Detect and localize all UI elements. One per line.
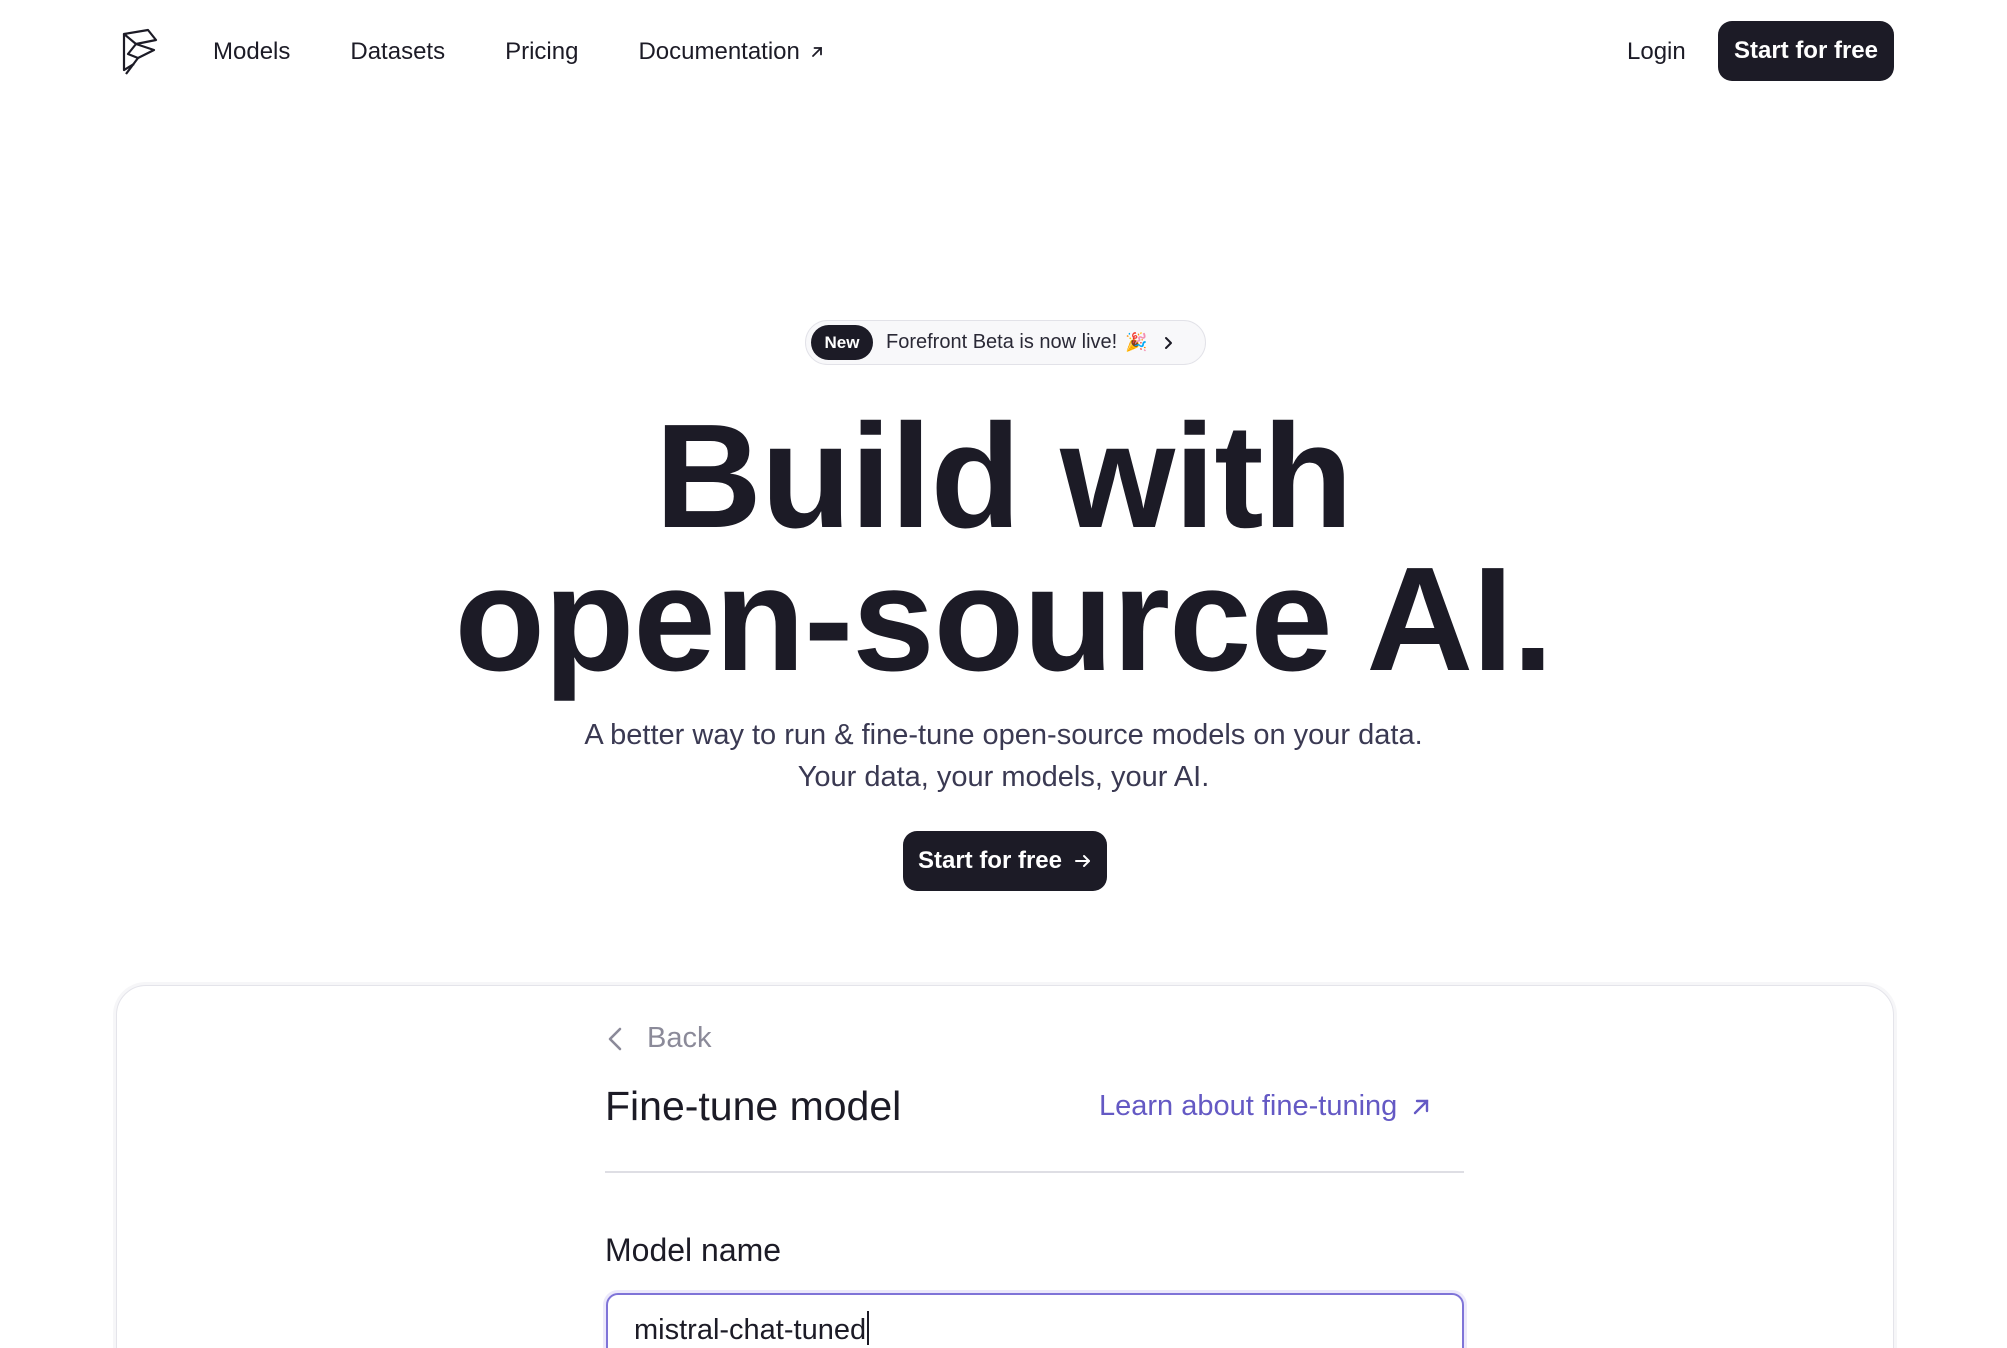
hero-subtitle: A better way to run & fine-tune open-sou… xyxy=(0,714,2007,798)
arrow-up-right-icon xyxy=(1414,1099,1429,1114)
learn-fine-tuning-label: Learn about fine-tuning xyxy=(1099,1090,1398,1122)
nav-link-pricing[interactable]: Pricing xyxy=(505,34,578,70)
new-tag: New xyxy=(811,325,873,360)
nav-link-datasets[interactable]: Datasets xyxy=(350,34,445,70)
model-name-input[interactable]: mistral-chat-tuned xyxy=(606,1293,1464,1348)
hero-subtitle-line-2: Your data, your models, your AI. xyxy=(797,761,1210,793)
model-name-label: Model name xyxy=(605,1232,782,1268)
chevron-right-icon xyxy=(1164,336,1172,349)
nav-link-documentation[interactable]: Documentation xyxy=(638,34,823,70)
text-caret xyxy=(867,1311,870,1345)
hero-title-line-1: Build with xyxy=(655,394,1353,559)
arrow-right-icon xyxy=(1075,855,1091,867)
chevron-left-icon xyxy=(608,1027,622,1050)
hero-title-line-2: open-source AI. xyxy=(454,537,1554,702)
hero-cta-label: Start for free xyxy=(917,847,1063,874)
party-popper-icon: 🎉 xyxy=(1125,332,1148,352)
nav-link-models[interactable]: Models xyxy=(213,34,290,70)
logo-icon[interactable] xyxy=(118,26,164,76)
back-label: Back xyxy=(647,1022,712,1054)
nav-links: Models Datasets Pricing Documentation xyxy=(213,34,824,70)
fine-tune-title: Fine-tune model xyxy=(605,1083,902,1129)
announcement-badge[interactable]: New Forefront Beta is now live! 🎉 xyxy=(805,320,1206,365)
arrow-up-right-icon xyxy=(811,47,822,57)
divider xyxy=(605,1171,1464,1173)
login-link[interactable]: Login xyxy=(1627,34,1686,70)
hero-start-for-free-button[interactable]: Start for free xyxy=(903,831,1107,891)
model-name-value: mistral-chat-tuned xyxy=(634,1314,867,1346)
back-button[interactable]: Back xyxy=(605,1022,711,1055)
navbar: Models Datasets Pricing Documentation Lo… xyxy=(0,0,2007,104)
learn-fine-tuning-link[interactable]: Learn about fine-tuning xyxy=(1099,1090,1431,1123)
hero-subtitle-line-1: A better way to run & fine-tune open-sou… xyxy=(584,719,1423,751)
hero-title: Build with open-source AI. xyxy=(0,403,2007,694)
landing-page: Models Datasets Pricing Documentation Lo… xyxy=(0,0,2007,1348)
badge-text: Forefront Beta is now live! xyxy=(886,331,1118,353)
nav-link-documentation-label: Documentation xyxy=(638,38,800,65)
nav-start-for-free-button[interactable]: Start for free xyxy=(1718,21,1894,81)
